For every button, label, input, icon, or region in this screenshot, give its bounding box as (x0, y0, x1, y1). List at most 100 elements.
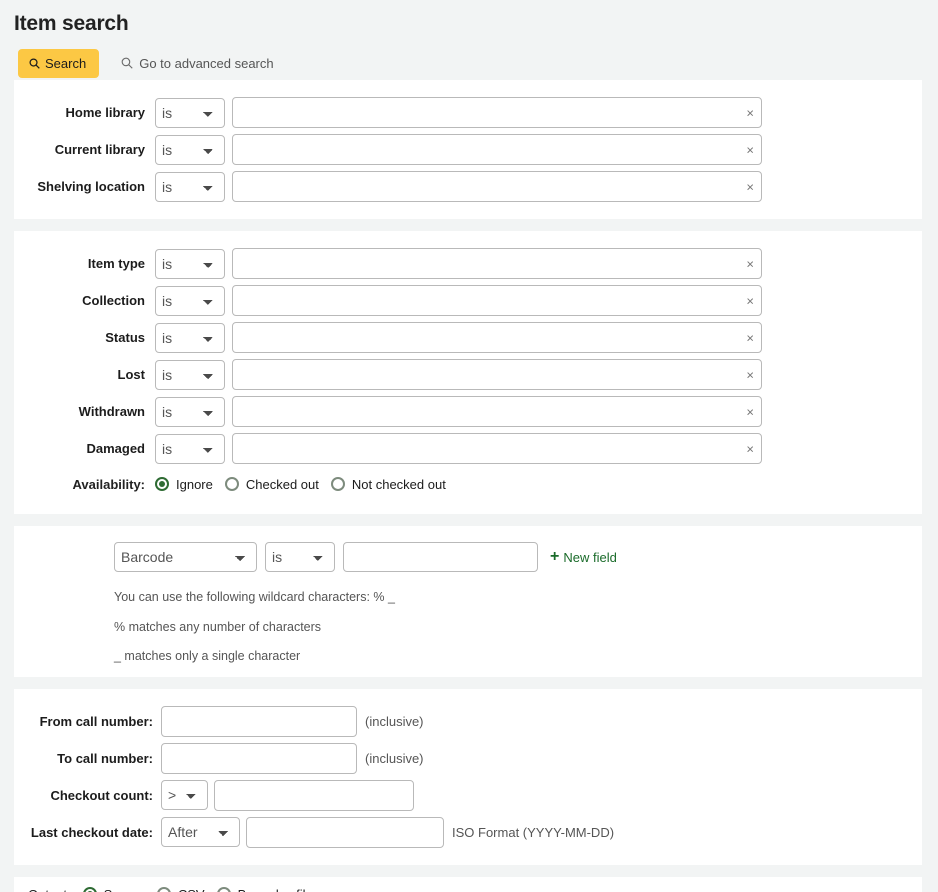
new-field-link[interactable]: + New field (550, 549, 617, 565)
value-input-lost[interactable] (232, 359, 762, 390)
operator-select-status[interactable]: is (155, 323, 225, 353)
radio-icon[interactable] (331, 477, 345, 491)
filter-row-current-library: Current library is × (14, 131, 922, 168)
radio-output-screen[interactable]: Screen (83, 887, 145, 892)
search-icon (29, 58, 40, 69)
clear-icon[interactable]: × (746, 257, 754, 270)
radio-output-csv[interactable]: CSV (157, 887, 205, 892)
clear-icon[interactable]: × (746, 294, 754, 307)
radio-icon[interactable] (83, 887, 97, 892)
custom-field-value-input[interactable] (343, 542, 538, 572)
radio-label: Screen (104, 887, 145, 892)
output-panel: Output: Screen CSV Barcodes file (14, 877, 922, 892)
value-wrap-lost: × (232, 359, 762, 390)
checkout-count-operator-select[interactable]: > (161, 780, 208, 810)
radio-icon[interactable] (217, 887, 231, 892)
last-checkout-operator-select[interactable]: After (161, 817, 240, 847)
wildcard-hint-2: % matches any number of characters (14, 621, 922, 634)
value-input-item-type[interactable] (232, 248, 762, 279)
advanced-search-link[interactable]: Go to advanced search (121, 56, 273, 71)
value-wrap-collection: × (232, 285, 762, 316)
wildcard-hint-1: You can use the following wildcard chara… (14, 591, 922, 604)
radio-label: Barcodes file (238, 887, 313, 892)
radio-label: Ignore (176, 477, 213, 492)
row-checkout-count: Checkout count: > (14, 777, 922, 814)
to-call-number-suffix: (inclusive) (365, 751, 424, 766)
clear-icon[interactable]: × (746, 106, 754, 119)
search-button[interactable]: Search (18, 49, 99, 78)
radio-availability-checked-out[interactable]: Checked out (225, 477, 319, 492)
from-call-number-input[interactable] (161, 706, 357, 737)
radio-availability-ignore[interactable]: Ignore (155, 477, 213, 492)
label-output: Output: (28, 887, 71, 892)
value-wrap-damaged: × (232, 433, 762, 464)
operator-select-lost[interactable]: is (155, 360, 225, 390)
label-collection: Collection (14, 293, 155, 308)
custom-field-row: Barcode is + New field (14, 540, 922, 574)
value-input-withdrawn[interactable] (232, 396, 762, 427)
last-checkout-date-input[interactable] (246, 817, 444, 848)
search-button-label: Search (45, 57, 86, 70)
value-input-damaged[interactable] (232, 433, 762, 464)
value-input-collection[interactable] (232, 285, 762, 316)
radio-label: Checked out (246, 477, 319, 492)
label-home-library: Home library (14, 105, 155, 120)
item-search-page: Item search Search Go to advanced search… (0, 0, 938, 892)
label-availability: Availability: (14, 477, 155, 492)
clear-icon[interactable]: × (746, 368, 754, 381)
label-shelving-location: Shelving location (14, 179, 155, 194)
filter-row-damaged: Damaged is × (14, 430, 922, 467)
radio-label: CSV (178, 887, 205, 892)
custom-field-operator-select[interactable]: is (265, 542, 335, 572)
label-current-library: Current library (14, 142, 155, 157)
value-wrap-current-library: × (232, 134, 762, 165)
radio-icon[interactable] (155, 477, 169, 491)
clear-icon[interactable]: × (746, 331, 754, 344)
clear-icon[interactable]: × (746, 442, 754, 455)
filter-row-shelving-location: Shelving location is × (14, 168, 922, 205)
value-input-current-library[interactable] (232, 134, 762, 165)
filter-row-withdrawn: Withdrawn is × (14, 393, 922, 430)
label-withdrawn: Withdrawn (14, 404, 155, 419)
to-call-number-input[interactable] (161, 743, 357, 774)
filter-row-collection: Collection is × (14, 282, 922, 319)
filter-row-status: Status is × (14, 319, 922, 356)
value-input-home-library[interactable] (232, 97, 762, 128)
operator-select-withdrawn[interactable]: is (155, 397, 225, 427)
operator-select-collection[interactable]: is (155, 286, 225, 316)
row-to-call-number: To call number: (inclusive) (14, 740, 922, 777)
checkout-count-input[interactable] (214, 780, 414, 811)
callnumber-panel: From call number: (inclusive) To call nu… (14, 689, 922, 865)
from-call-number-suffix: (inclusive) (365, 714, 424, 729)
last-checkout-date-format-hint: ISO Format (YYYY-MM-DD) (452, 825, 614, 840)
label-checkout-count: Checkout count: (14, 788, 161, 803)
clear-icon[interactable]: × (746, 405, 754, 418)
library-filters-panel: Home library is × Current library is × S… (14, 80, 922, 219)
value-input-shelving-location[interactable] (232, 171, 762, 202)
custom-field-select[interactable]: Barcode (114, 542, 257, 572)
radio-icon[interactable] (157, 887, 171, 892)
radio-icon[interactable] (225, 477, 239, 491)
label-item-type: Item type (14, 256, 155, 271)
advanced-search-label: Go to advanced search (139, 56, 273, 71)
filter-row-item-type: Item type is × (14, 245, 922, 282)
value-input-status[interactable] (232, 322, 762, 353)
search-icon (121, 57, 133, 69)
value-wrap-item-type: × (232, 248, 762, 279)
operator-select-shelving-location[interactable]: is (155, 172, 225, 202)
clear-icon[interactable]: × (746, 143, 754, 156)
radio-output-barcodes-file[interactable]: Barcodes file (217, 887, 313, 892)
toolbar: Search Go to advanced search (0, 36, 938, 80)
availability-row: Availability: Ignore Checked out Not che… (14, 468, 922, 500)
row-last-checkout-date: Last checkout date: After ISO Format (YY… (14, 814, 922, 851)
page-title: Item search (0, 0, 938, 36)
operator-select-current-library[interactable]: is (155, 135, 225, 165)
value-wrap-home-library: × (232, 97, 762, 128)
operator-select-damaged[interactable]: is (155, 434, 225, 464)
operator-select-home-library[interactable]: is (155, 98, 225, 128)
radio-availability-not-checked-out[interactable]: Not checked out (331, 477, 446, 492)
operator-select-item-type[interactable]: is (155, 249, 225, 279)
label-lost: Lost (14, 367, 155, 382)
clear-icon[interactable]: × (746, 180, 754, 193)
value-wrap-withdrawn: × (232, 396, 762, 427)
